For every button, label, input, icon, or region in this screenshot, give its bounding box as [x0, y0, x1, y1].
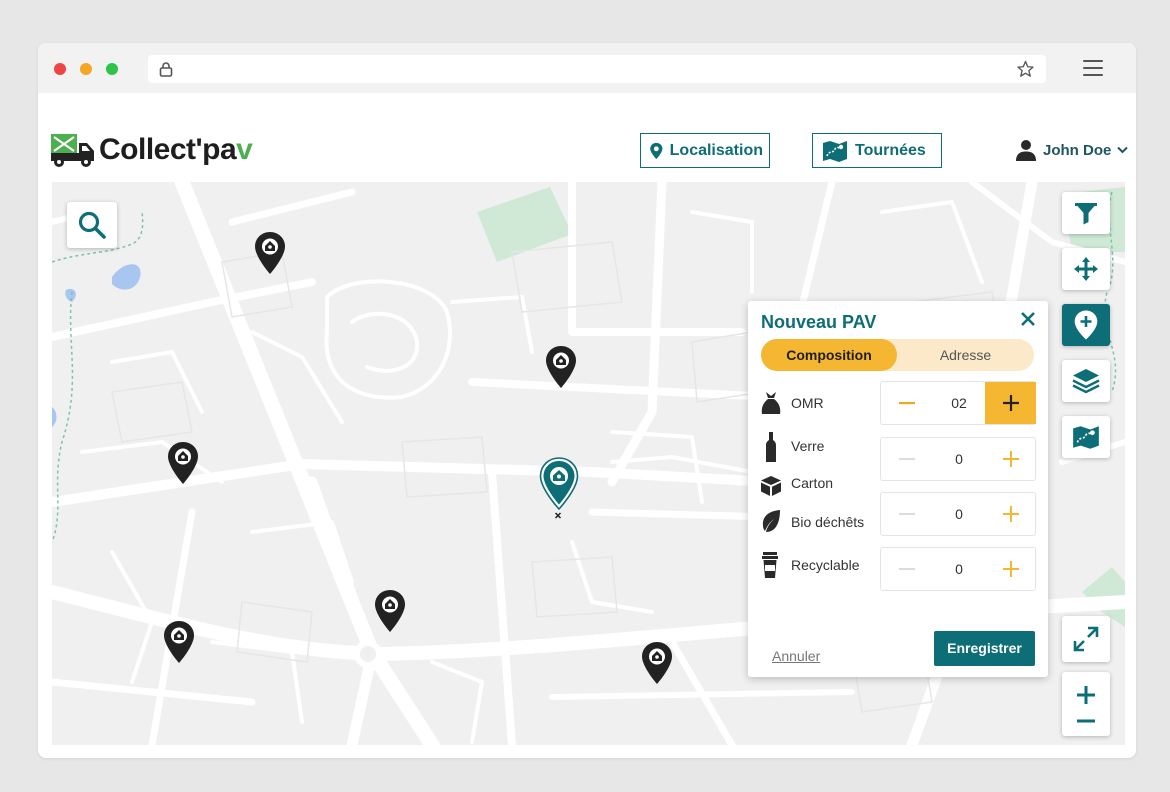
truck-logo-icon: [51, 134, 94, 167]
layers-icon: [1072, 369, 1100, 394]
composition-row-bio-dechets: Bio déchêts 0: [760, 492, 1036, 536]
minus-icon: [899, 401, 915, 404]
map-pin-marker[interactable]: [544, 344, 578, 390]
zoom-out-icon[interactable]: [1076, 719, 1096, 723]
map-pin-marker[interactable]: [162, 619, 196, 665]
quantity-value[interactable]: 0: [933, 548, 985, 590]
star-icon[interactable]: [1016, 60, 1035, 78]
increment-button[interactable]: [985, 548, 1036, 590]
move-icon: [1074, 257, 1098, 281]
map-pin-marker[interactable]: [373, 588, 407, 634]
new-pav-pin-marker[interactable]: [538, 456, 580, 522]
panel-title: Nouveau PAV: [761, 312, 877, 332]
save-button[interactable]: Enregistrer: [934, 631, 1035, 666]
user-name: John Doe: [1043, 141, 1112, 159]
search-icon: [78, 211, 106, 239]
map-layers-button[interactable]: [1062, 360, 1110, 402]
minus-icon: [899, 567, 915, 570]
cancel-link[interactable]: Annuler: [772, 648, 820, 664]
logo-text: Collect'pa: [99, 133, 237, 166]
composition-row-omr: OMR 02: [760, 381, 1036, 425]
route-map-icon: [1073, 426, 1099, 449]
map-pin-marker[interactable]: [640, 640, 674, 686]
plus-icon: [1002, 395, 1019, 411]
map-fullscreen-button[interactable]: [1062, 616, 1110, 662]
browser-window: Collect'pav Localisation Tournées John D…: [38, 43, 1136, 758]
nav-tournees-label: Tournées: [855, 141, 926, 159]
route-map-icon: [823, 140, 847, 162]
filter-icon: [1075, 203, 1097, 225]
map-pin-icon: [650, 142, 663, 159]
decrement-button[interactable]: [881, 382, 933, 424]
close-icon[interactable]: [1018, 309, 1038, 329]
map-search-button[interactable]: [67, 202, 117, 248]
expand-icon: [1073, 626, 1099, 652]
nav-localisation-label: Localisation: [669, 141, 763, 159]
map-view[interactable]: Nouveau PAV Composition Adresse OMR 02 V…: [52, 182, 1125, 745]
row-label: Recyclable: [791, 557, 860, 573]
panel-tabs: Composition Adresse: [761, 339, 1034, 371]
decrement-button[interactable]: [881, 548, 933, 590]
minus-icon: [899, 457, 915, 460]
composition-row-recyclable: Recyclable 0: [760, 547, 1036, 591]
plus-icon: [1002, 451, 1019, 467]
logo-accent: v: [236, 133, 253, 166]
nouveau-pav-panel: Nouveau PAV Composition Adresse OMR 02 V…: [748, 301, 1048, 677]
row-label: OMR: [791, 395, 824, 411]
tab-composition[interactable]: Composition: [761, 339, 897, 371]
lock-icon: [159, 62, 173, 77]
tab-adresse[interactable]: Adresse: [897, 339, 1034, 371]
increment-button[interactable]: [985, 493, 1036, 535]
recyclable-quantity-stepper: 0: [880, 547, 1036, 591]
address-bar[interactable]: [148, 55, 1046, 83]
trash-bag-icon: [761, 392, 781, 414]
map-pin-marker[interactable]: [253, 230, 287, 276]
map-route-button[interactable]: [1062, 416, 1110, 458]
leaf-icon: [762, 510, 780, 532]
chevron-down-icon: [1117, 146, 1129, 154]
row-label: Carton: [791, 475, 834, 491]
decrement-button[interactable]: [881, 493, 933, 535]
user-icon: [1016, 140, 1036, 161]
menu-icon[interactable]: [1083, 60, 1103, 76]
quantity-value[interactable]: 0: [933, 493, 985, 535]
minus-icon: [899, 512, 915, 515]
plus-icon: [1002, 506, 1019, 522]
nav-localisation-button[interactable]: Localisation: [640, 133, 770, 168]
cup-icon: [762, 552, 778, 578]
bottle-icon: [766, 432, 776, 462]
map-filter-button[interactable]: [1062, 192, 1110, 234]
map-zoom-control: [1062, 672, 1110, 736]
row-label: Bio déchêts: [791, 514, 865, 530]
app-logo[interactable]: Collect'pav: [50, 131, 290, 171]
row-label: Verre: [791, 438, 825, 454]
increment-button[interactable]: [985, 382, 1036, 424]
plus-icon: [1002, 561, 1019, 577]
browser-chrome: [38, 43, 1136, 93]
close-window-icon[interactable]: [54, 63, 66, 75]
map-add-pin-button[interactable]: [1062, 304, 1110, 346]
nav-tournees-button[interactable]: Tournées: [812, 133, 942, 168]
zoom-in-icon[interactable]: [1076, 685, 1096, 705]
omr-quantity-stepper: 02: [880, 381, 1036, 425]
bio-dechets-quantity-stepper: 0: [880, 492, 1036, 536]
quantity-value[interactable]: 02: [933, 382, 985, 424]
user-menu[interactable]: John Doe: [1015, 139, 1129, 161]
add-pin-icon: [1074, 310, 1098, 340]
map-move-button[interactable]: [1062, 248, 1110, 290]
minimize-window-icon[interactable]: [80, 63, 92, 75]
map-pin-marker[interactable]: [166, 440, 200, 486]
maximize-window-icon[interactable]: [106, 63, 118, 75]
